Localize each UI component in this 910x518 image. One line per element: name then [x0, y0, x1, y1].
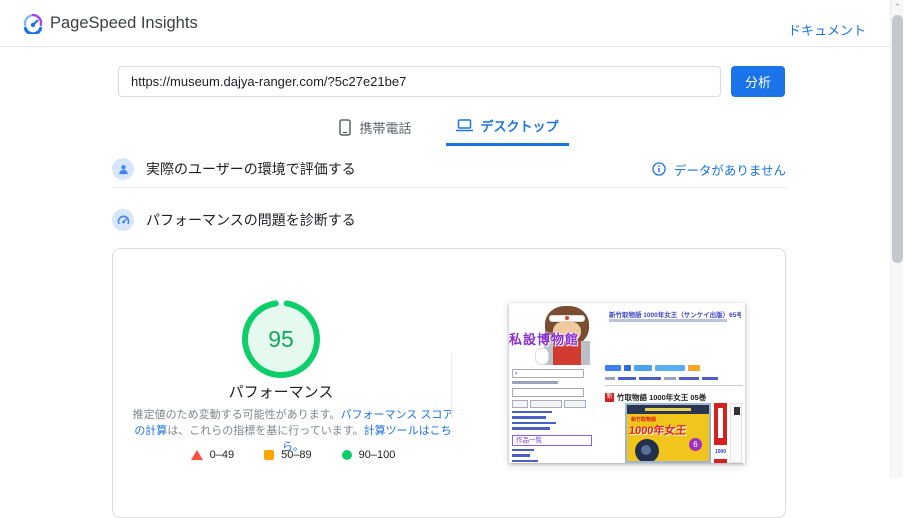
tab-desktop-label: デスクトップ [480, 119, 559, 134]
performance-label: パフォーマンス [228, 384, 334, 401]
link-placeholder-bar [512, 454, 530, 457]
button-row-mock [512, 399, 600, 408]
analyze-button[interactable]: 分析 [731, 66, 785, 97]
green-circle-icon [341, 450, 352, 460]
section-divider [112, 187, 786, 188]
link-placeholder-bar [512, 416, 546, 419]
thumb-divider [605, 384, 743, 386]
tab-desktop[interactable]: デスクトップ [445, 112, 569, 146]
cover-edge [730, 403, 742, 463]
cover-main-title: 1000年女王 [628, 425, 688, 437]
legend-fail-range: 0–49 [209, 449, 235, 461]
spine-number: 1000 [714, 445, 727, 459]
red-triangle-icon [190, 450, 203, 460]
share-buttons-mock [605, 365, 743, 371]
diagnose-section-title: パフォーマンスの問題を診断する [146, 212, 356, 228]
link-placeholder-bar [512, 410, 552, 413]
pagespeed-logo-icon [23, 13, 43, 34]
url-input[interactable] [118, 66, 721, 97]
cover-spine: 1000 [714, 403, 727, 463]
article-heading-text: 竹取物語 1000年女王 05巻 [617, 392, 707, 402]
tab-mobile[interactable]: 携帯電話 [329, 112, 421, 146]
text-placeholder-bar [609, 319, 727, 322]
link-placeholder-bar [512, 421, 556, 424]
legend-average: 50–89 [264, 449, 312, 461]
performance-gauge[interactable]: 95 [241, 299, 321, 379]
tab-mobile-label: 携帯電話 [359, 120, 412, 136]
performance-note: 推定値のため変動する可能性があります。パフォーマンス スコアの計算は、これらの指… [128, 407, 458, 455]
page-title: PageSpeed Insights [50, 14, 198, 32]
site-name: 私設博物館 [509, 332, 580, 347]
note-text-1: 推定値のため変動する可能性があります。 [132, 409, 341, 421]
documentation-link[interactable]: ドキュメント [788, 20, 866, 39]
article-heading: 新 竹取物語 1000年女王 05巻 [605, 392, 743, 403]
text-placeholder-bar [512, 381, 558, 384]
no-data-status[interactable]: データがありません [652, 160, 786, 179]
legend-pass-range: 90–100 [358, 449, 396, 461]
new-badge: 新 [605, 392, 614, 402]
link-placeholder-bar [512, 427, 550, 430]
no-data-label: データがありません [673, 163, 786, 178]
thumb-sidebar: ▾ 作品一覧 [512, 369, 600, 463]
diagnose-section-header[interactable]: パフォーマンスの問題を診断する [112, 203, 786, 237]
language-select-mock: ▾ [512, 369, 584, 378]
phone-icon [339, 118, 352, 136]
score-legend: 0–49 50–89 90–100 [128, 449, 458, 461]
manga-cover-image: 新竹取物語 1000年女王 6 1000 [625, 403, 743, 463]
pagespeed-insights-page: { "header": { "app_title": "PageSpeed In… [0, 0, 910, 518]
orange-square-icon [264, 450, 275, 460]
page-screenshot-thumbnail: 私設博物館 新竹取物語 1000年女王（サンケイ出版）65号 ▾ 作品一覧 新 … [509, 303, 745, 463]
field-data-section-header[interactable]: 実際のユーザーの環境で評価する データがありません [112, 152, 786, 186]
search-box-mock [512, 387, 584, 397]
cover-front: 新竹取物語 1000年女王 6 [625, 403, 711, 463]
legend-fail: 0–49 [190, 449, 235, 461]
tag-links-mock [605, 377, 743, 380]
link-placeholder-bar [512, 459, 538, 462]
info-icon [652, 162, 666, 176]
scrollbar-up-arrow[interactable]: ⌃ [893, 3, 902, 12]
thumb-page-title: 新竹取物語 1000年女王（サンケイ出版）65号 [609, 312, 741, 319]
device-tabs: 携帯電話 デスクトップ [112, 112, 786, 146]
scrollbar-thumb[interactable] [892, 15, 903, 263]
legend-average-range: 50–89 [281, 449, 312, 461]
gauge-icon [112, 209, 134, 231]
scrollbar-track[interactable]: ⌃ [890, 0, 903, 478]
vertical-divider [451, 353, 452, 419]
link-placeholder-bar [512, 448, 534, 451]
performance-score: 95 [268, 325, 294, 352]
thumb-main-content: 新 竹取物語 1000年女王 05巻 [605, 365, 743, 403]
laptop-icon [455, 119, 473, 132]
cover-volume-number: 6 [689, 438, 702, 451]
app-header: PageSpeed Insights ドキュメント [0, 0, 896, 47]
note-text-2: は、これらの指標を基に行っています。 [167, 425, 364, 437]
field-data-section-title: 実際のユーザーの環境で評価する [146, 161, 356, 177]
users-icon [112, 158, 134, 180]
works-list-box: 作品一覧 [512, 434, 592, 446]
legend-pass: 90–100 [341, 449, 396, 461]
